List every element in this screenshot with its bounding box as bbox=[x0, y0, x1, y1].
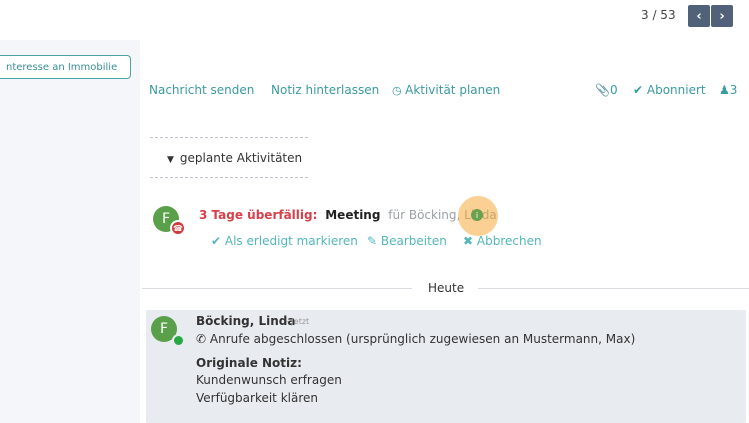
send-message-button[interactable]: Nachricht senden bbox=[149, 83, 254, 97]
activity-summary: Meeting bbox=[325, 208, 381, 222]
edit-label: Bearbeiten bbox=[380, 234, 447, 248]
cancel-activity-button[interactable]: ✖ Abbrechen bbox=[463, 234, 542, 248]
pager-next-button[interactable]: › bbox=[711, 5, 733, 27]
follow-button[interactable]: ✔ Abonniert bbox=[633, 83, 706, 97]
online-status-icon bbox=[172, 334, 185, 347]
check-icon: ✔ bbox=[633, 83, 647, 97]
date-separator-right bbox=[478, 288, 749, 289]
message-body: ✆ Anrufe abgeschlossen (ursprünglich zug… bbox=[196, 332, 635, 346]
followers-button[interactable]: ♟3 bbox=[719, 83, 737, 97]
mark-done-label: Als erledigt markieren bbox=[224, 234, 358, 248]
message-body-text: Anrufe abgeschlossen (ursprünglich zugew… bbox=[209, 332, 636, 346]
stage-tag-button[interactable]: nteresse an Immobilie bbox=[0, 55, 131, 79]
pager-counter: 3 / 53 bbox=[641, 8, 676, 22]
pager-prev-button[interactable]: ‹ bbox=[688, 5, 710, 27]
phone-icon: ✆ bbox=[196, 332, 210, 346]
note-line-1: Kundenwunsch erfragen bbox=[196, 373, 342, 387]
activity-row: 3 Tage überfällig: Meeting für Böcking, … bbox=[199, 208, 497, 222]
edit-activity-button[interactable]: ✎ Bearbeiten bbox=[367, 234, 447, 248]
note-title: Originale Notiz: bbox=[196, 356, 302, 370]
cancel-label: Abbrechen bbox=[476, 234, 542, 248]
attachments-button[interactable]: 📎0 bbox=[595, 83, 618, 97]
follow-label: Abonniert bbox=[646, 83, 706, 97]
form-sheet-left bbox=[0, 40, 140, 423]
message-time: - Jetzt bbox=[286, 317, 310, 326]
followers-count: 3 bbox=[729, 83, 738, 97]
clock-icon: ◷ bbox=[392, 84, 406, 97]
date-separator-label: Heute bbox=[428, 281, 465, 295]
paperclip-icon: 📎 bbox=[595, 83, 610, 97]
chevron-right-icon: › bbox=[719, 8, 725, 24]
schedule-activity-button[interactable]: ◷ Aktivität planen bbox=[392, 83, 500, 97]
overdue-label: 3 Tage überfällig: bbox=[199, 208, 318, 222]
pencil-icon: ✎ bbox=[367, 234, 381, 248]
attachments-count: 0 bbox=[609, 83, 618, 97]
caret-down-icon: ▼ bbox=[167, 155, 174, 165]
mark-done-button[interactable]: ✔ Als erledigt markieren bbox=[211, 234, 358, 248]
date-separator-left bbox=[142, 288, 412, 289]
schedule-activity-label: Aktivität planen bbox=[405, 83, 501, 97]
planned-activities-label: geplante Aktivitäten bbox=[179, 151, 303, 165]
divider-bottom bbox=[150, 177, 308, 178]
message-author[interactable]: Böcking, Linda bbox=[196, 314, 295, 328]
divider-top bbox=[150, 137, 308, 138]
chevron-left-icon: ‹ bbox=[696, 8, 702, 24]
close-icon: ✖ bbox=[463, 234, 477, 248]
log-note-button[interactable]: Notiz hinterlassen bbox=[271, 83, 379, 97]
top-control-bar: 3 / 53 ‹ › bbox=[0, 0, 749, 40]
check-icon: ✔ bbox=[211, 234, 225, 248]
user-icon: ♟ bbox=[719, 83, 730, 97]
note-line-2: Verfügbarkeit klären bbox=[196, 391, 318, 405]
activity-type-icon: ☎ bbox=[170, 220, 186, 236]
info-icon[interactable]: i bbox=[471, 209, 483, 221]
planned-activities-toggle[interactable]: ▼ geplante Aktivitäten bbox=[167, 151, 302, 165]
